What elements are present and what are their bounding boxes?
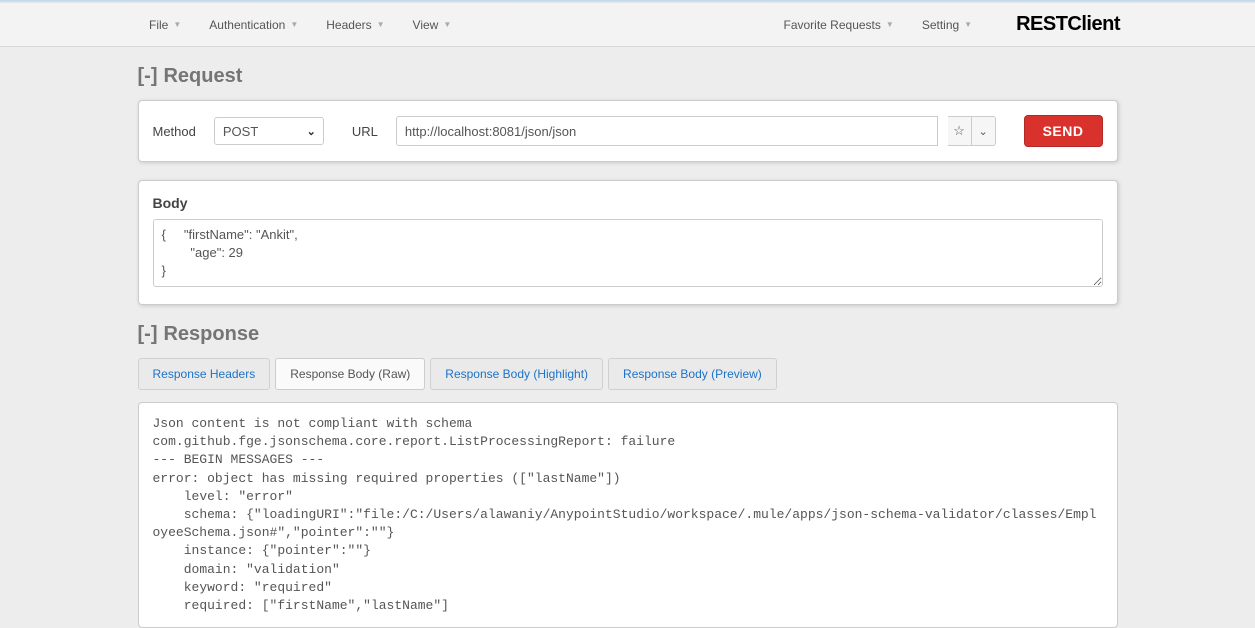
menu-headers[interactable]: Headers ▼ [312,18,398,32]
menu-setting[interactable]: Setting ▼ [908,18,986,32]
response-body-content: Json content is not compliant with schem… [138,402,1118,628]
url-input[interactable] [396,116,938,146]
request-panel: Method ⌄ URL ☆ ⌄ SEND [138,100,1118,162]
menu-authentication[interactable]: Authentication ▼ [195,18,312,32]
menu-label: Authentication [209,18,285,32]
response-section-title: [-] Response [138,323,1118,346]
menubar: File ▼ Authentication ▼ Headers ▼ View ▼ Fav… [0,3,1255,47]
tab-response-body-preview[interactable]: Response Body (Preview) [608,358,777,390]
send-button[interactable]: SEND [1024,115,1103,147]
chevron-down-icon: ▼ [173,20,181,29]
menu-favorite-requests[interactable]: Favorite Requests ▼ [770,18,908,32]
menu-label: Setting [922,18,959,32]
method-select[interactable] [214,117,324,145]
response-collapse-toggle[interactable]: [-] [138,323,158,346]
chevron-down-icon: ▼ [377,20,385,29]
chevron-down-icon: ⌄ [978,125,987,138]
request-title-text: Request [163,65,242,88]
response-tabs: Response Headers Response Body (Raw) Res… [138,358,1118,390]
menu-label: Headers [326,18,371,32]
chevron-down-icon: ▼ [964,20,972,29]
tab-response-body-highlight[interactable]: Response Body (Highlight) [430,358,603,390]
request-body-textarea[interactable] [153,219,1103,287]
favorite-button[interactable]: ☆ [948,116,972,146]
brand-logo: RESTClient [1016,13,1120,36]
menu-label: View [413,18,439,32]
tab-response-body-raw[interactable]: Response Body (Raw) [275,358,425,390]
menu-right: Favorite Requests ▼ Setting ▼ RESTClient [770,13,1121,36]
menu-view[interactable]: View ▼ [399,18,466,32]
response-title-text: Response [163,323,259,346]
chevron-down-icon: ▼ [443,20,451,29]
chevron-down-icon: ▼ [290,20,298,29]
url-dropdown-button[interactable]: ⌄ [972,116,996,146]
star-icon: ☆ [953,123,965,139]
menu-label: File [149,18,168,32]
tab-response-headers[interactable]: Response Headers [138,358,271,390]
chevron-down-icon: ▼ [886,20,894,29]
method-label: Method [153,124,204,139]
body-panel: Body [138,180,1118,305]
menu-left: File ▼ Authentication ▼ Headers ▼ View ▼ [135,18,465,32]
url-label: URL [352,124,386,139]
menu-label: Favorite Requests [784,18,881,32]
request-section-title: [-] Request [138,65,1118,88]
request-collapse-toggle[interactable]: [-] [138,65,158,88]
body-label: Body [153,195,1103,211]
menu-file[interactable]: File ▼ [135,18,195,32]
